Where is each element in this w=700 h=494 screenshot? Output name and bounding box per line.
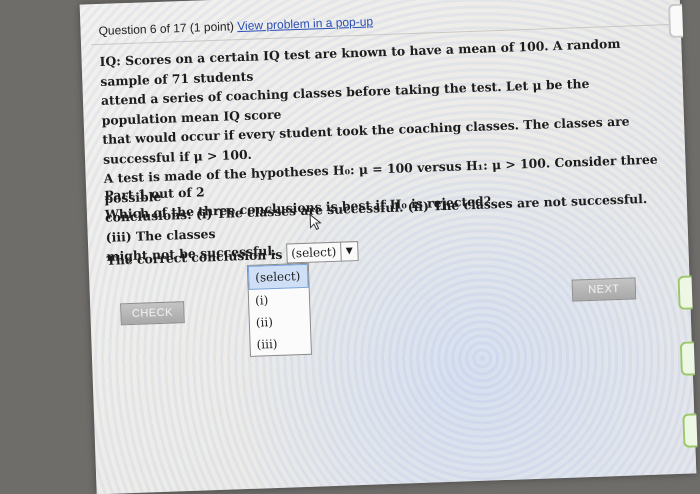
problem-statement: IQ: Scores on a certain IQ test are know… xyxy=(99,32,666,266)
popup-link[interactable]: View problem in a pop-up xyxy=(237,14,373,33)
select-value: (select) xyxy=(290,244,337,261)
conclusion-select[interactable]: (select) ▼ xyxy=(285,241,359,264)
dropdown-option-select[interactable]: (select) xyxy=(247,263,309,290)
side-tab[interactable] xyxy=(667,3,684,39)
side-tab[interactable] xyxy=(677,275,693,310)
dropdown-option-i[interactable]: (i) xyxy=(249,288,310,312)
side-tab[interactable] xyxy=(679,341,695,376)
check-button[interactable]: CHECK xyxy=(120,301,185,326)
mouse-cursor-icon xyxy=(309,213,322,231)
side-tab[interactable] xyxy=(682,413,698,448)
question-header: Question 6 of 17 (1 point) View problem … xyxy=(98,14,373,38)
dropdown-option-iii[interactable]: (iii) xyxy=(250,332,311,356)
question-counter: Question 6 of 17 (1 point) xyxy=(98,19,235,38)
screen: Question 6 of 17 (1 point) View problem … xyxy=(79,0,698,494)
next-button[interactable]: NEXT xyxy=(571,277,637,302)
dropdown-option-ii[interactable]: (ii) xyxy=(249,310,310,334)
conclusion-dropdown-list: (select) (i) (ii) (iii) xyxy=(246,262,312,357)
chevron-down-icon[interactable]: ▼ xyxy=(340,242,358,261)
